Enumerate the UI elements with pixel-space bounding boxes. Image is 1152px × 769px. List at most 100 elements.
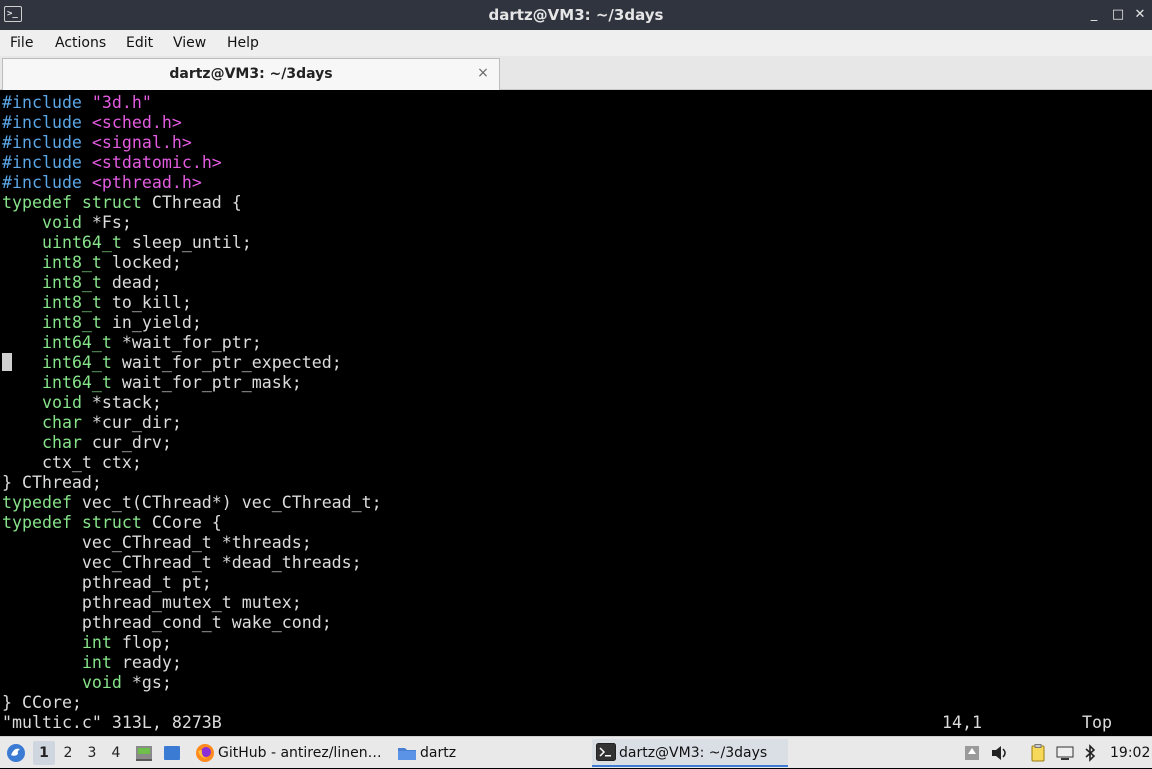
menu-edit[interactable]: Edit <box>126 30 153 56</box>
code-token: dead; <box>101 273 162 292</box>
code-line: vec_CThread_t *threads; <box>2 533 382 553</box>
code-token: cur_drv; <box>81 433 172 452</box>
minimize-button[interactable]: _ <box>1084 5 1104 25</box>
code-line: } CCore; <box>2 693 382 713</box>
code-token: char <box>41 413 82 432</box>
show-desktop-icon[interactable] <box>134 743 154 763</box>
bluetooth-icon[interactable] <box>1080 743 1100 763</box>
terminal-view[interactable]: #include "3d.h" #include <sched.h> #includ… <box>0 91 1152 733</box>
tab-bar: dartz@VM3: ~/3days × <box>0 56 1152 90</box>
window-titlebar[interactable]: >_ dartz@VM3: ~/3days _ □ ✕ <box>0 0 1152 30</box>
code-line: pthread_mutex_t mutex; <box>2 593 382 613</box>
code-token: wait_for_ptr_mask; <box>111 373 302 392</box>
code-token: #include <box>2 133 92 152</box>
task-firefox[interactable]: GitHub - antirez/linen… <box>193 739 388 767</box>
code-token: flop; <box>111 633 172 652</box>
code-line: #include <stdatomic.h> <box>2 153 382 173</box>
menu-actions[interactable]: Actions <box>55 30 106 56</box>
code-token: int64_t <box>41 333 112 352</box>
window-switch-icon[interactable] <box>162 743 182 763</box>
code-line: typedef vec_t(CThread*) vec_CThread_t; <box>2 493 382 513</box>
code-token: typedef struct <box>2 193 142 212</box>
code-token: to_kill; <box>101 293 192 312</box>
terminal-icon <box>596 743 616 761</box>
code-token: <sched.h> <box>91 113 182 132</box>
code-token: #include <box>2 93 92 112</box>
workspace-2[interactable]: 2 <box>57 741 79 765</box>
volume-icon[interactable] <box>990 743 1010 763</box>
code-token: int64_t <box>41 373 112 392</box>
tab-terminal[interactable]: dartz@VM3: ~/3days × <box>2 58 500 90</box>
tab-close-icon[interactable]: × <box>475 64 491 82</box>
network-icon[interactable] <box>1055 743 1075 763</box>
code-token: *gs; <box>121 673 172 692</box>
workspace-4[interactable]: 4 <box>105 741 127 765</box>
code-token: void <box>41 393 82 412</box>
code-line: void *stack; <box>2 393 382 413</box>
maximize-button[interactable]: □ <box>1108 5 1128 25</box>
code-editor[interactable]: #include "3d.h" #include <sched.h> #includ… <box>2 93 382 713</box>
code-token: #include <box>2 113 92 132</box>
code-line: int8_t to_kill; <box>2 293 382 313</box>
code-line: uint64_t sleep_until; <box>2 233 382 253</box>
code-token: } CCore; <box>2 693 82 712</box>
code-line: typedef struct CThread { <box>2 193 382 213</box>
code-line: int64_t wait_for_ptr_mask; <box>2 373 382 393</box>
code-token: *wait_for_ptr; <box>111 333 262 352</box>
menu-file[interactable]: File <box>10 30 33 56</box>
menu-help[interactable]: Help <box>227 30 259 56</box>
code-line: int64_t wait_for_ptr_expected; <box>2 353 382 373</box>
code-line: ctx_t ctx; <box>2 453 382 473</box>
code-line: #include "3d.h" <box>2 93 382 113</box>
folder-icon <box>398 748 416 760</box>
task-terminal[interactable]: dartz@VM3: ~/3days <box>592 739 788 767</box>
code-line: char cur_drv; <box>2 433 382 453</box>
clock[interactable]: 19:02 <box>1110 737 1150 769</box>
task-label: GitHub - antirez/linen… <box>218 745 382 761</box>
workspace-3[interactable]: 3 <box>81 741 103 765</box>
code-line: char *cur_dir; <box>2 413 382 433</box>
code-token: int <box>81 633 112 652</box>
task-label: dartz@VM3: ~/3days <box>619 745 768 761</box>
task-label: dartz <box>420 745 457 761</box>
code-token: typedef <box>2 493 72 512</box>
code-line: int8_t locked; <box>2 253 382 273</box>
close-window-button[interactable]: ✕ <box>1130 5 1150 25</box>
code-token: int8_t <box>41 273 102 292</box>
text-cursor <box>2 353 12 371</box>
code-token: vec_CThread_t *threads; <box>2 533 312 552</box>
code-token: "3d.h" <box>91 93 152 112</box>
tab-label: dartz@VM3: ~/3days <box>169 66 333 82</box>
vim-status-file: "multic.c" 313L, 8273B <box>2 713 222 732</box>
code-token: wait_for_ptr_expected; <box>111 353 342 372</box>
updates-icon[interactable] <box>962 743 982 763</box>
code-token: *cur_dir; <box>81 413 182 432</box>
code-token: sleep_until; <box>121 233 252 252</box>
code-token: pthread_mutex_t mutex; <box>2 593 302 612</box>
code-token: pthread_t pt; <box>2 573 212 592</box>
code-line: #include <sched.h> <box>2 113 382 133</box>
code-token: *Fs; <box>81 213 132 232</box>
window-title: dartz@VM3: ~/3days <box>488 6 664 24</box>
vim-status-scroll: Top <box>1082 713 1112 732</box>
code-token: #include <box>2 173 92 192</box>
code-token: CCore { <box>141 513 222 532</box>
code-token: int64_t <box>41 353 112 372</box>
menu-view[interactable]: View <box>173 30 206 56</box>
code-token: void <box>41 213 82 232</box>
firefox-icon <box>196 744 214 762</box>
start-menu-icon[interactable] <box>6 743 26 763</box>
code-token: pthread_cond_t wake_cond; <box>2 613 332 632</box>
clipboard-icon[interactable] <box>1028 743 1048 763</box>
menu-bar: File Actions Edit View Help <box>0 30 1152 56</box>
code-token: vec_CThread_t *dead_threads; <box>2 553 362 572</box>
workspace-1[interactable]: 1 <box>33 741 55 765</box>
code-token: int <box>81 653 112 672</box>
task-file-manager[interactable]: dartz <box>395 739 495 767</box>
